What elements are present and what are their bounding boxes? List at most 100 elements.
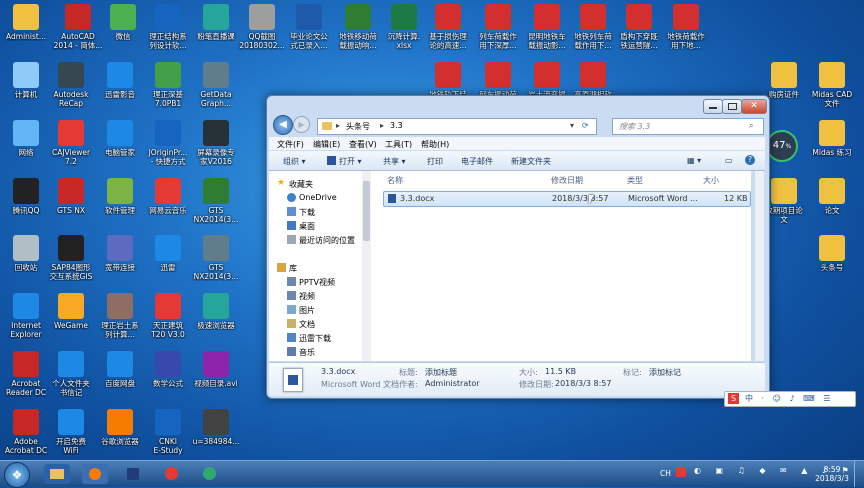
details-title-value[interactable]: 添加标题: [425, 367, 457, 378]
desktop-icon[interactable]: 软件管理: [94, 174, 146, 232]
desktop-icon[interactable]: GetData Graph...: [190, 58, 242, 116]
network-speed-meter[interactable]: 47%: [766, 130, 798, 162]
ime-toolbar[interactable]: S 中 · ☺ ♪ ⌨ ☰: [724, 391, 856, 407]
back-button[interactable]: ◀: [273, 115, 293, 135]
desktop-icon[interactable]: 电脑管家: [94, 116, 146, 174]
content-scrollbar[interactable]: [755, 171, 764, 361]
nav-scrollbar[interactable]: [362, 171, 371, 361]
share-button[interactable]: 共享 ▾: [383, 156, 406, 167]
breadcrumb-item[interactable]: 头条号: [346, 121, 370, 132]
column-header-size[interactable]: 大小: [703, 175, 719, 186]
nav-item-recent[interactable]: 最近访问的位置: [269, 233, 361, 246]
desktop-icon[interactable]: GTS NX2014(3...: [190, 174, 242, 232]
menu-tools[interactable]: 工具(T): [385, 139, 412, 150]
taskbar-item-baidu[interactable]: [82, 464, 108, 484]
desktop-icon[interactable]: GTS NX2014(3...: [190, 231, 242, 289]
nav-item-downloads[interactable]: 下载: [269, 205, 361, 218]
column-header-modified[interactable]: 修改日期: [551, 175, 583, 186]
desktop-icon[interactable]: Autodesk ReCap: [45, 58, 97, 116]
nav-item-desktop[interactable]: 桌面: [269, 219, 361, 232]
desktop-icon[interactable]: 盾构下穿既 铁运营隧...: [613, 0, 665, 58]
search-input[interactable]: 搜索 3.3 ⌕: [612, 118, 764, 135]
desktop-icon[interactable]: Midas CAD 文件: [806, 58, 858, 116]
desktop-icon[interactable]: 理正结构系 列设计软...: [142, 0, 194, 58]
desktop-icon[interactable]: CAJViewer 7.2: [45, 116, 97, 174]
table-row[interactable]: 3.3.docx 2018/3/3 8:57 Microsoft Word ..…: [383, 191, 751, 207]
nav-item-pictures[interactable]: 图片: [269, 303, 361, 316]
desktop-icon[interactable]: CNKI E-Study: [142, 405, 194, 463]
column-header-name[interactable]: 名称: [387, 175, 403, 186]
desktop-icon[interactable]: 理正深基 7.0PB1: [142, 58, 194, 116]
menu-help[interactable]: 帮助(H): [421, 139, 449, 150]
desktop-icon[interactable]: u=384984...: [190, 405, 242, 463]
show-desktop-button[interactable]: [854, 461, 864, 487]
menu-edit[interactable]: 编辑(E): [313, 139, 340, 150]
desktop-icon[interactable]: 论文: [806, 174, 858, 232]
desktop-icon[interactable]: 极速浏览器: [190, 289, 242, 347]
new-folder-button[interactable]: 新建文件夹: [511, 156, 551, 167]
email-button[interactable]: 电子邮件: [461, 156, 493, 167]
minimize-button[interactable]: [703, 99, 723, 114]
ime-tools-icon[interactable]: 中 · ☺ ♪ ⌨ ☰: [745, 393, 833, 404]
address-bar[interactable]: ▸ 头条号 ▸ 3.3 ▾ ⟳: [317, 118, 597, 135]
desktop-icon[interactable]: Midas 练习: [806, 116, 858, 174]
scrollbar-thumb[interactable]: [363, 181, 370, 241]
desktop-icon[interactable]: QQ截图 20180302...: [236, 0, 288, 58]
desktop-icon[interactable]: 列车荷载作 用下深厚...: [472, 0, 524, 58]
close-button[interactable]: ✕: [741, 99, 767, 114]
desktop-icon[interactable]: WeGame: [45, 289, 97, 347]
nav-favorites[interactable]: ★ 收藏夹: [269, 177, 361, 190]
desktop-icon[interactable]: 粉笔直播课: [190, 0, 242, 58]
menu-file[interactable]: 文件(F): [277, 139, 304, 150]
desktop-icon[interactable]: 网易云音乐: [142, 174, 194, 232]
desktop-icon[interactable]: 谷歌浏览器: [94, 405, 146, 463]
help-icon[interactable]: ?: [745, 155, 755, 165]
open-button[interactable]: 打开 ▾: [339, 156, 362, 167]
desktop-icon[interactable]: 理正岩土系 列计算...: [94, 289, 146, 347]
maximize-button[interactable]: [722, 99, 742, 114]
desktop-icon[interactable]: 个人文件夹 书信记: [45, 347, 97, 405]
desktop-icon[interactable]: 开启免费 WiFi: [45, 405, 97, 463]
sogou-ime-icon[interactable]: S: [728, 393, 739, 404]
desktop-icon[interactable]: 迅雷: [142, 231, 194, 289]
print-button[interactable]: 打印: [427, 156, 443, 167]
nav-item-pptv[interactable]: PPTV视频: [269, 275, 361, 288]
breadcrumb-item[interactable]: 3.3: [390, 121, 403, 130]
nav-item-videos[interactable]: 视频: [269, 289, 361, 302]
desktop-icon[interactable]: 地铁列车荷 载作用下...: [567, 0, 619, 58]
column-header-type[interactable]: 类型: [627, 175, 643, 186]
taskbar-item-media-player[interactable]: [196, 464, 222, 484]
organize-button[interactable]: 组织 ▾: [283, 156, 306, 167]
nav-libraries[interactable]: 库: [269, 261, 361, 274]
forward-button[interactable]: ▶: [293, 116, 310, 133]
language-indicator[interactable]: CH: [660, 469, 671, 478]
desktop-icon[interactable]: 屏幕录像专 家V2016: [190, 116, 242, 174]
taskbar-item-netease-music[interactable]: [158, 464, 184, 484]
desktop-icon[interactable]: 地铁荷载作 用下地...: [660, 0, 712, 58]
desktop-icon[interactable]: 视频目录.avi: [190, 347, 242, 405]
desktop-icon[interactable]: Administ...: [0, 0, 52, 58]
desktop-icon[interactable]: GTS NX: [45, 174, 97, 232]
taskbar-clock[interactable]: 8:59 2018/3/3: [814, 465, 850, 483]
taskbar-item-explorer[interactable]: [44, 464, 70, 484]
view-options-icon[interactable]: ▦ ▾: [687, 156, 701, 165]
menu-view[interactable]: 查看(V): [349, 139, 377, 150]
desktop-icon[interactable]: 宽带连接: [94, 231, 146, 289]
nav-item-music[interactable]: 音乐: [269, 345, 361, 358]
preview-pane-icon[interactable]: ▭: [725, 156, 733, 165]
nav-item-thunder[interactable]: 迅雷下载: [269, 331, 361, 344]
desktop-icon[interactable]: 迅雷影音: [94, 58, 146, 116]
nav-item-documents[interactable]: 文档: [269, 317, 361, 330]
desktop-icon[interactable]: 昆明地铁车 载振动影...: [521, 0, 573, 58]
desktop-icon[interactable]: 数学公式: [142, 347, 194, 405]
desktop-icon[interactable]: 毕业论文公 式已录入...: [283, 0, 335, 58]
start-button[interactable]: ❖: [4, 462, 30, 488]
details-author-value[interactable]: Administrator: [425, 379, 480, 388]
taskbar-item-powerpoint[interactable]: [120, 464, 146, 484]
desktop-icon[interactable]: 基于损伤理 论的高速...: [422, 0, 474, 58]
desktop-icon[interactable]: SAP84图形 交互系统GIS: [45, 231, 97, 289]
desktop-icon[interactable]: 头条号: [806, 231, 858, 289]
dropdown-arrow-icon[interactable]: ▾: [570, 121, 574, 130]
desktop-icon[interactable]: 天正建筑 T20 V3.0: [142, 289, 194, 347]
sogou-tray-icon[interactable]: [676, 467, 686, 477]
